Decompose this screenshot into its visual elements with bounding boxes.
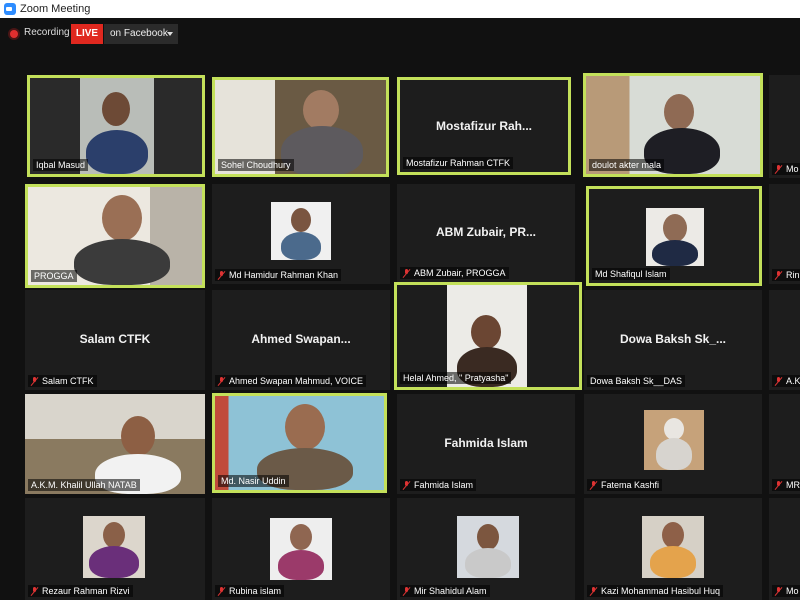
participant-photo [270,518,332,580]
participant-tile[interactable]: Dowa Baksh Sk_... Dowa Baksh Sk__DAS [584,290,762,390]
participant-display-name: Ahmed Swapan... [251,332,351,346]
mic-muted-icon [403,269,410,278]
participant-photo [83,516,145,578]
participant-name: Helal Ahmed, " Pratyasha" [400,372,512,384]
participant-display-name: Mostafizur Rah... [435,118,532,133]
mic-muted-icon [590,481,597,490]
participant-name: Ahmed Swapan Mahmud, VOICE [215,375,367,387]
mic-muted-icon [218,377,225,386]
participant-tile[interactable]: Kazi Mohammad Hasibul Huq [584,498,762,600]
participant-tile[interactable]: Md Shafiqul Islam [586,186,762,286]
participant-tile[interactable]: A.K [769,290,800,390]
mic-muted-icon [403,587,410,596]
participant-display-name: Fahmida Islam [444,436,528,450]
participant-name: Mir Shahidul Alam [400,585,490,597]
participant-tile[interactable]: A.K.M. Khalil Ullah NATAB [25,394,205,494]
participant-tile[interactable]: ABM Zubair, PR... ABM Zubair, PROGGA [397,184,575,282]
gallery-grid: Iqbal Masud Sohel Choudhury Mostafizur R… [0,0,800,600]
participant-name: Dowa Baksh Sk__DAS [587,375,686,387]
participant-photo [642,516,704,578]
mic-muted-icon [775,271,782,280]
participant-photo [644,410,704,470]
participant-tile[interactable]: Md Hamidur Rahman Khan [212,184,390,284]
participant-name: Md Hamidur Rahman Khan [215,269,342,281]
participant-tile[interactable]: Iqbal Masud [27,75,205,177]
participant-tile[interactable]: Fatema Kashfi [584,394,762,494]
participant-name: PROGGA [31,270,77,282]
participant-name: doulot akter mala [589,159,665,171]
participant-name: Salam CTFK [28,375,97,387]
participant-tile[interactable]: Salam CTFK Salam CTFK [25,290,205,390]
participant-name: Mo [772,163,800,175]
mic-muted-icon [590,587,597,596]
participant-tile[interactable]: Mo [769,498,800,600]
participant-name: Rubina islam [215,585,285,597]
mic-muted-icon [31,587,38,596]
participant-name: Sohel Choudhury [218,159,294,171]
participant-photo [646,208,704,266]
participant-tile[interactable]: Sohel Choudhury [212,77,389,177]
participant-display-name: Salam CTFK [79,332,151,346]
participant-photo [457,516,519,578]
participant-display-name: Dowa Baksh Sk_... [619,332,727,346]
participant-photo [271,202,331,260]
participant-tile[interactable]: PROGGA [25,184,205,288]
participant-tile[interactable]: Fahmida Islam Fahmida Islam [397,394,575,494]
mic-muted-icon [775,587,782,596]
participant-name: Fatema Kashfi [587,479,663,491]
mic-muted-icon [218,587,225,596]
mic-muted-icon [403,481,410,490]
participant-display-name: ABM Zubair, PR... [435,225,536,240]
participant-tile[interactable]: Md. Nasir Uddin [212,393,387,493]
participant-tile[interactable]: doulot akter mala [583,73,763,177]
participant-tile[interactable]: Ahmed Swapan... Ahmed Swapan Mahmud, VOI… [212,290,390,390]
participant-name: Fahmida Islam [400,479,477,491]
participant-name: MR [772,479,800,491]
participant-name: Mo [772,585,800,597]
mic-muted-icon [775,165,782,174]
participant-tile[interactable]: MR [769,394,800,494]
participant-tile[interactable]: Rubina islam [212,498,390,600]
participant-tile[interactable]: Mo [769,75,800,178]
mic-muted-icon [775,377,782,386]
participant-name: Rin [772,269,800,281]
participant-name: Rezaur Rahman Rizvi [28,585,133,597]
participant-name: A.K [772,375,800,387]
participant-name: Kazi Mohammad Hasibul Huq [587,585,724,597]
participant-tile[interactable]: Helal Ahmed, " Pratyasha" [394,282,582,390]
participant-name: Mostafizur Rahman CTFK [403,157,514,169]
participant-name: ABM Zubair, PROGGA [400,267,509,279]
participant-video [80,78,154,174]
participant-tile[interactable]: Mostafizur Rah... Mostafizur Rahman CTFK [397,77,571,175]
mic-muted-icon [218,271,225,280]
participant-tile[interactable]: Rin [769,184,800,284]
mic-muted-icon [31,377,38,386]
participant-tile[interactable]: Rezaur Rahman Rizvi [25,498,205,600]
participant-name: Md Shafiqul Islam [592,268,670,280]
participant-name: Md. Nasir Uddin [218,475,289,487]
participant-name: A.K.M. Khalil Ullah NATAB [28,479,140,491]
participant-name: Iqbal Masud [33,159,89,171]
participant-tile[interactable]: Mir Shahidul Alam [397,498,575,600]
mic-muted-icon [775,481,782,490]
